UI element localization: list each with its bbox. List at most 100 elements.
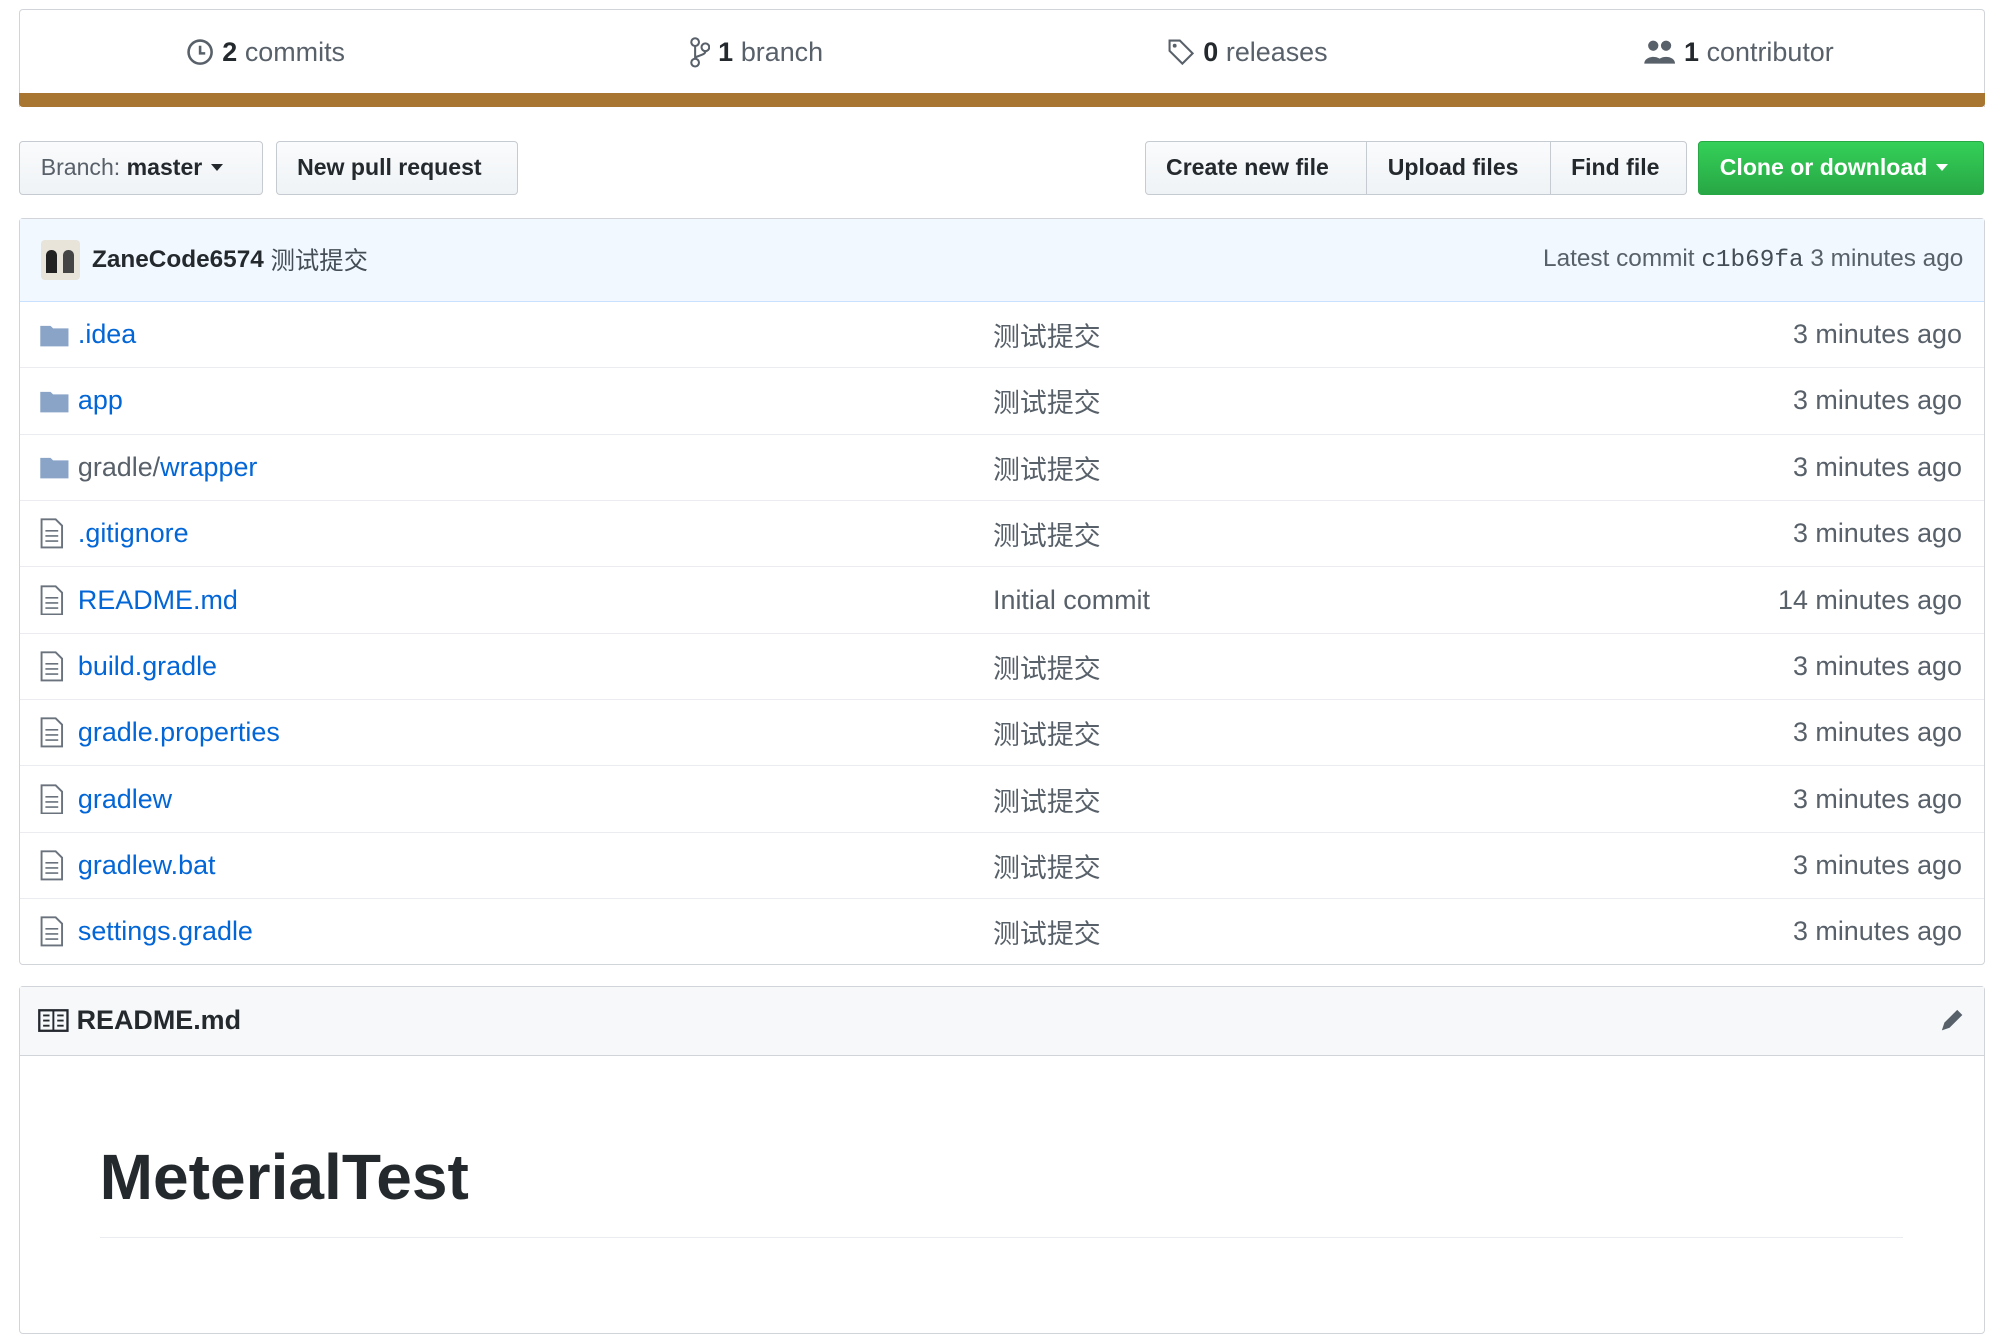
file-name[interactable]: gradle.properties	[78, 717, 280, 747]
file-age: 3 minutes ago	[1792, 717, 1962, 748]
releases-count: 0	[1203, 36, 1219, 67]
file-row: .gitignore 测试提交 3 minutes ago	[20, 499, 1984, 566]
file-name[interactable]: .idea	[78, 319, 136, 349]
file-name-link[interactable]: gradle.properties	[78, 717, 280, 748]
commits-count: 2	[222, 36, 238, 67]
file-age: 3 minutes ago	[1792, 783, 1962, 814]
file-commit-message[interactable]: 测试提交	[993, 713, 1101, 752]
file-name-link[interactable]: .gitignore	[78, 518, 189, 549]
file-row: app 测试提交 3 minutes ago	[20, 367, 1984, 433]
file-row: gradlew 测试提交 3 minutes ago	[20, 765, 1984, 831]
folder-icon	[40, 458, 69, 479]
releases-link[interactable]: 0 releases	[1002, 37, 1493, 68]
clone-or-download-button[interactable]: Clone or download	[1698, 140, 1985, 195]
tag-icon	[1168, 39, 1195, 66]
find-file-button[interactable]: Find file	[1549, 140, 1687, 195]
file-icon	[41, 784, 64, 815]
latest-commit-label: Latest commit	[1543, 245, 1695, 273]
file-name[interactable]: settings.gradle	[78, 916, 253, 946]
file-name-link[interactable]: gradle/wrapper	[78, 452, 258, 483]
book-icon	[38, 1009, 69, 1032]
file-name[interactable]: gradlew	[78, 784, 172, 814]
file-icon	[41, 651, 64, 682]
readme-panel: README.md MeterialTest	[19, 985, 1985, 1334]
pencil-icon[interactable]	[1938, 1006, 1966, 1034]
file-name[interactable]: build.gradle	[78, 651, 217, 681]
file-icon	[41, 916, 64, 947]
file-age: 3 minutes ago	[1792, 385, 1962, 416]
commit-sha[interactable]: c1b69fa	[1701, 247, 1803, 274]
file-actions: Create new file Upload files Find file	[1144, 140, 1687, 195]
contributors-label: contributor	[1706, 36, 1834, 67]
file-icon	[41, 717, 64, 748]
commit-message[interactable]: 测试提交	[271, 242, 368, 277]
branches-label: branch	[740, 36, 824, 67]
latest-commit-bar: ZaneCode6574 测试提交 Latest commit c1b69fa …	[20, 218, 1984, 302]
file-commit-message[interactable]: 测试提交	[993, 912, 1101, 951]
history-icon	[187, 39, 214, 66]
branch-select-button[interactable]: Branch: master	[19, 140, 263, 195]
language-bar	[18, 93, 1986, 108]
readme-filename: README.md	[76, 1005, 242, 1036]
file-name[interactable]: README.md	[78, 585, 238, 615]
file-row: gradlew.bat 测试提交 3 minutes ago	[20, 831, 1984, 898]
contributors-link[interactable]: 1 contributor	[1493, 37, 1984, 68]
caret-down-icon	[1936, 164, 1949, 173]
folder-icon	[40, 325, 69, 347]
new-pull-request-button[interactable]: New pull request	[275, 140, 518, 195]
file-icon	[41, 584, 64, 616]
file-row: gradle.properties 测试提交 3 minutes ago	[20, 699, 1984, 765]
file-row: gradle/wrapper 测试提交 3 minutes ago	[20, 433, 1984, 500]
file-name-link[interactable]: README.md	[78, 585, 238, 616]
commits-label: commits	[244, 36, 345, 67]
file-commit-message[interactable]: 测试提交	[993, 514, 1101, 553]
commits-link[interactable]: 2 commits	[20, 37, 511, 68]
file-commit-message[interactable]: 测试提交	[993, 448, 1101, 487]
file-name-link[interactable]: gradlew.bat	[78, 850, 216, 881]
people-icon	[1644, 40, 1675, 64]
file-age: 3 minutes ago	[1792, 451, 1962, 482]
commit-author[interactable]: ZaneCode6574	[92, 246, 264, 274]
file-path-prefix: gradle/	[77, 451, 161, 482]
file-age: 14 minutes ago	[1778, 584, 1962, 615]
file-commit-message[interactable]: 测试提交	[993, 315, 1101, 354]
commit-age: 3 minutes ago	[1810, 245, 1964, 273]
file-commit-message[interactable]: Initial commit	[993, 585, 1150, 616]
avatar[interactable]	[40, 240, 81, 280]
file-name-link[interactable]: settings.gradle	[78, 916, 253, 947]
upload-files-button[interactable]: Upload files	[1366, 140, 1551, 195]
file-age: 3 minutes ago	[1792, 916, 1962, 947]
branch-prefix: Branch:	[40, 154, 121, 181]
contributors-count: 1	[1683, 36, 1699, 67]
branch-name: master	[126, 154, 203, 181]
file-name[interactable]: app	[78, 385, 123, 415]
file-name[interactable]: .gitignore	[78, 518, 189, 548]
file-commit-message[interactable]: 测试提交	[993, 381, 1101, 420]
file-name-link[interactable]: gradlew	[78, 784, 172, 815]
file-age: 3 minutes ago	[1792, 650, 1962, 681]
branch-icon	[690, 37, 711, 68]
file-row: .idea 测试提交 3 minutes ago	[20, 302, 1984, 367]
file-name-link[interactable]: .idea	[78, 319, 136, 350]
file-age: 3 minutes ago	[1792, 518, 1962, 549]
create-new-file-button[interactable]: Create new file	[1144, 140, 1368, 195]
caret-down-icon	[211, 164, 224, 173]
file-table: ZaneCode6574 测试提交 Latest commit c1b69fa …	[19, 217, 1985, 966]
branches-link[interactable]: 1 branch	[511, 37, 1002, 68]
file-commit-message[interactable]: 测试提交	[993, 846, 1101, 885]
file-icon	[41, 850, 64, 881]
branches-count: 1	[718, 36, 734, 67]
file-name-link[interactable]: build.gradle	[78, 651, 217, 682]
file-name-link[interactable]: app	[78, 385, 123, 416]
file-row: build.gradle 测试提交 3 minutes ago	[20, 632, 1984, 699]
file-commit-message[interactable]: 测试提交	[993, 647, 1101, 686]
file-name[interactable]: gradlew.bat	[78, 850, 216, 880]
file-commit-message[interactable]: 测试提交	[993, 780, 1101, 819]
clone-label: Clone or download	[1719, 154, 1928, 181]
repo-summary: 2 commits 1 branch 0 releases 1 contributor	[18, 8, 1986, 108]
file-name[interactable]: wrapper	[160, 452, 257, 482]
file-row: README.md Initial commit 14 minutes ago	[20, 566, 1984, 632]
file-row: settings.gradle 测试提交 3 minutes ago	[20, 898, 1984, 964]
readme-heading: MeterialTest	[99, 1140, 1904, 1239]
file-icon	[41, 518, 64, 549]
